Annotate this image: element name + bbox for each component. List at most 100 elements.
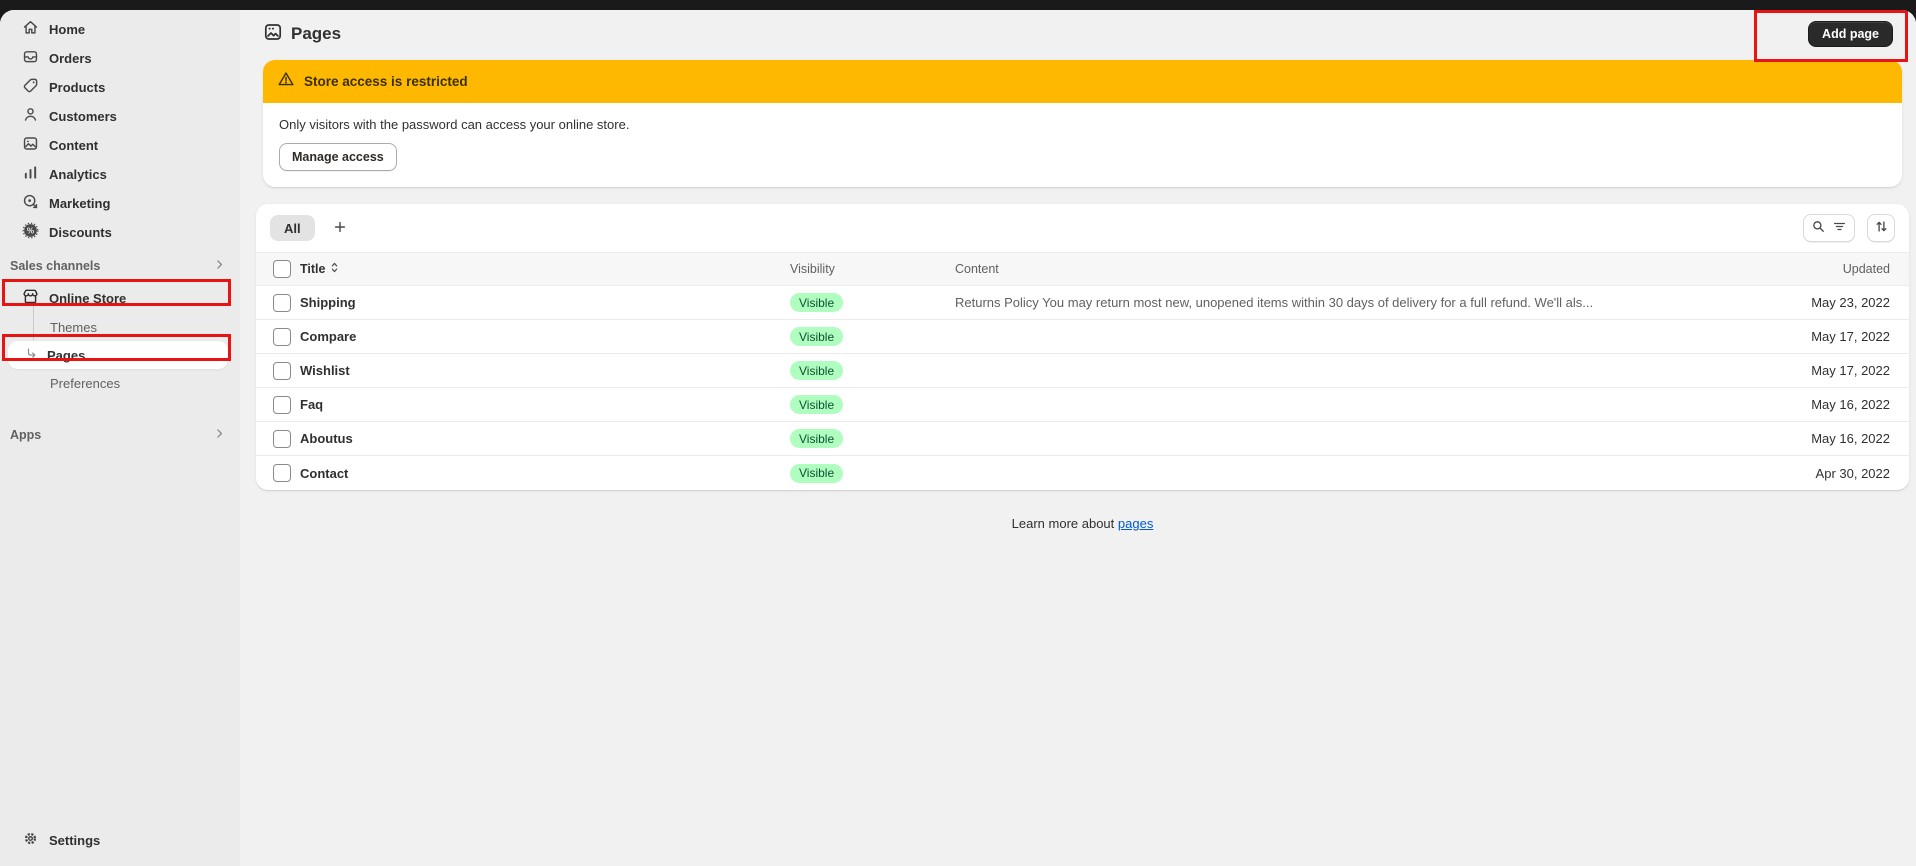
sales-channels-label: Sales channels bbox=[10, 259, 100, 273]
bar-chart-icon bbox=[22, 164, 39, 184]
apps-header[interactable]: Apps bbox=[0, 423, 240, 447]
sidebar-item-analytics[interactable]: Analytics bbox=[10, 160, 230, 188]
table-header-row: Title Visibility Content Updated bbox=[256, 252, 1909, 286]
online-store-label: Online Store bbox=[49, 291, 126, 306]
sidebar-item-label: Analytics bbox=[49, 167, 107, 182]
storefront-icon bbox=[22, 288, 39, 308]
sidebar-item-preferences[interactable]: Preferences bbox=[8, 369, 228, 397]
sidebar-item-customers[interactable]: Customers bbox=[10, 102, 230, 130]
sidebar-item-marketing[interactable]: Marketing bbox=[10, 189, 230, 217]
page-title-cell[interactable]: Shipping bbox=[300, 295, 790, 310]
target-icon bbox=[22, 193, 39, 213]
table-row[interactable]: Faq Visible May 16, 2022 bbox=[256, 388, 1909, 422]
add-view-button[interactable] bbox=[327, 215, 353, 241]
sidebar-nav: Home Orders Products Customers Content bbox=[0, 10, 240, 246]
sidebar-item-label: Home bbox=[49, 22, 85, 37]
plus-icon bbox=[332, 219, 348, 238]
footer-note: Learn more about pages bbox=[256, 516, 1909, 531]
table-row[interactable]: Aboutus Visible May 16, 2022 bbox=[256, 422, 1909, 456]
page-title-cell[interactable]: Contact bbox=[300, 466, 790, 481]
page-title-cell[interactable]: Compare bbox=[300, 329, 790, 344]
sidebar-item-label: Orders bbox=[49, 51, 92, 66]
sidebar-item-online-store[interactable]: Online Store bbox=[10, 284, 230, 312]
visibility-badge: Visible bbox=[790, 429, 843, 448]
shopify-admin-screen: Home Orders Products Customers Content bbox=[0, 0, 1916, 866]
settings-container: Settings bbox=[0, 826, 240, 855]
search-filter-button[interactable] bbox=[1803, 214, 1855, 242]
visibility-badge: Visible bbox=[790, 395, 843, 414]
sidebar-item-orders[interactable]: Orders bbox=[10, 44, 230, 72]
row-checkbox[interactable] bbox=[273, 328, 291, 346]
table-row[interactable]: Compare Visible May 17, 2022 bbox=[256, 320, 1909, 354]
apps-label: Apps bbox=[10, 428, 41, 442]
visibility-badge: Visible bbox=[790, 293, 843, 312]
column-header-visibility[interactable]: Visibility bbox=[790, 262, 955, 276]
row-checkbox[interactable] bbox=[273, 464, 291, 482]
sidebar-item-themes[interactable]: Themes bbox=[8, 313, 228, 341]
add-page-button[interactable]: Add page bbox=[1808, 21, 1893, 47]
updated-cell: May 16, 2022 bbox=[1730, 397, 1890, 412]
row-checkbox[interactable] bbox=[273, 294, 291, 312]
visibility-badge: Visible bbox=[790, 361, 843, 380]
admin-app: Home Orders Products Customers Content bbox=[0, 10, 1916, 866]
updated-cell: May 23, 2022 bbox=[1730, 295, 1890, 310]
content-cell: Returns Policy You may return most new, … bbox=[955, 295, 1730, 310]
sales-channels-header[interactable]: Sales channels bbox=[0, 254, 240, 278]
sidebar-item-label: Marketing bbox=[49, 196, 110, 211]
pages-label: Pages bbox=[47, 348, 85, 363]
sort-arrows-icon bbox=[1874, 219, 1889, 237]
chevron-right-icon bbox=[213, 427, 226, 443]
warning-icon bbox=[277, 70, 295, 93]
tab-all[interactable]: All bbox=[270, 215, 315, 241]
percent-badge-icon: % bbox=[22, 222, 39, 242]
page-title-cell[interactable]: Wishlist bbox=[300, 363, 790, 378]
row-checkbox[interactable] bbox=[273, 362, 291, 380]
sidebar-item-settings[interactable]: Settings bbox=[10, 826, 230, 854]
title-header-label: Title bbox=[300, 262, 325, 276]
page-title: Pages bbox=[291, 24, 341, 44]
sidebar-item-discounts[interactable]: % Discounts bbox=[10, 218, 230, 246]
sidebar-item-content[interactable]: Content bbox=[10, 131, 230, 159]
manage-access-button[interactable]: Manage access bbox=[279, 143, 397, 171]
sidebar-item-label: Content bbox=[49, 138, 98, 153]
sidebar-item-home[interactable]: Home bbox=[10, 15, 230, 43]
top-bar bbox=[0, 0, 1916, 10]
column-header-content[interactable]: Content bbox=[955, 262, 1730, 276]
pages-table-card: All Title bbox=[256, 204, 1909, 490]
page-title-cell[interactable]: Faq bbox=[300, 397, 790, 412]
row-checkbox[interactable] bbox=[273, 430, 291, 448]
sort-button[interactable] bbox=[1867, 214, 1895, 242]
footer-text: Learn more about bbox=[1012, 516, 1115, 531]
preferences-label: Preferences bbox=[50, 376, 120, 391]
row-checkbox[interactable] bbox=[273, 396, 291, 414]
sidebar-item-pages[interactable]: Pages bbox=[8, 341, 228, 369]
updated-cell: Apr 30, 2022 bbox=[1730, 466, 1890, 481]
banner-header: Store access is restricted bbox=[263, 60, 1902, 103]
table-row[interactable]: Shipping Visible Returns Policy You may … bbox=[256, 286, 1909, 320]
chevron-right-icon bbox=[213, 258, 226, 274]
banner-body: Only visitors with the password can acce… bbox=[263, 103, 1902, 187]
svg-text:%: % bbox=[27, 226, 34, 235]
column-header-title[interactable]: Title bbox=[300, 261, 790, 277]
tag-icon bbox=[22, 77, 39, 97]
filter-icon bbox=[1832, 219, 1847, 237]
table-row[interactable]: Contact Visible Apr 30, 2022 bbox=[256, 456, 1909, 490]
visibility-badge: Visible bbox=[790, 327, 843, 346]
orders-icon bbox=[22, 48, 39, 68]
updated-cell: May 17, 2022 bbox=[1730, 363, 1890, 378]
visibility-badge: Visible bbox=[790, 464, 843, 483]
sidebar-item-products[interactable]: Products bbox=[10, 73, 230, 101]
image-icon bbox=[22, 135, 39, 155]
settings-label: Settings bbox=[49, 833, 100, 848]
banner-title: Store access is restricted bbox=[304, 74, 468, 89]
column-header-updated[interactable]: Updated bbox=[1730, 262, 1890, 276]
select-all-checkbox[interactable] bbox=[273, 260, 291, 278]
table-row[interactable]: Wishlist Visible May 17, 2022 bbox=[256, 354, 1909, 388]
page-title-cell[interactable]: Aboutus bbox=[300, 431, 790, 446]
gear-icon bbox=[22, 830, 39, 850]
sidebar-item-label: Products bbox=[49, 80, 105, 95]
sort-caret-icon bbox=[329, 261, 340, 277]
pages-learn-more-link[interactable]: pages bbox=[1118, 516, 1153, 531]
store-access-banner: Store access is restricted Only visitors… bbox=[263, 60, 1902, 187]
person-icon bbox=[22, 106, 39, 126]
